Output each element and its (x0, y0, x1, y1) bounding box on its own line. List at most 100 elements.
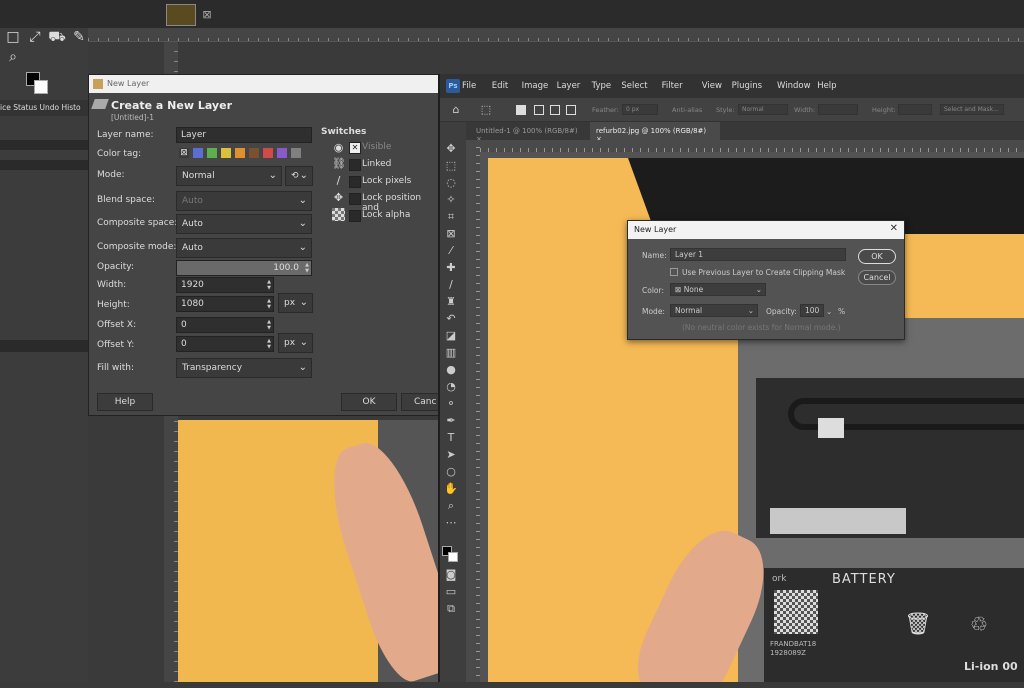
frame-tool-icon[interactable]: ⊠ (443, 227, 459, 241)
path-select-icon[interactable]: ➤ (443, 448, 459, 462)
color-tag-swatch[interactable] (235, 148, 245, 158)
magic-wand-icon[interactable]: ✧ (443, 193, 459, 207)
lock-pixels-checkbox[interactable] (349, 176, 361, 188)
ok-button[interactable]: OK (858, 249, 896, 264)
antialias-checkbox[interactable]: Anti-alias (672, 106, 702, 114)
composite-space-select[interactable]: Auto ⌄ (176, 214, 312, 234)
sponge-icon[interactable]: ⚬ (443, 397, 459, 411)
menu-help[interactable]: Help (817, 81, 836, 91)
gradient-tool-icon[interactable]: ▥ (443, 346, 459, 360)
lock-position-checkbox[interactable] (349, 193, 361, 205)
spin-arrows-icon[interactable]: ▲ ▼ (305, 262, 309, 274)
offset-x-input[interactable]: 0 ▲ ▼ (176, 317, 274, 333)
spin-arrows-icon[interactable]: ▲ ▼ (267, 338, 271, 350)
background-color-swatch[interactable] (34, 80, 48, 94)
menu-edit[interactable]: Edit (492, 81, 508, 91)
menu-file[interactable]: File (462, 81, 476, 91)
cancel-button[interactable]: Cancel (858, 270, 896, 285)
opacity-input[interactable]: 100 (800, 304, 824, 317)
tab-untitled[interactable]: Untitled-1 @ 100% (RGB/8#) × (470, 122, 590, 143)
gimp-image-tab[interactable] (166, 4, 196, 26)
gimp-dialog-titlebar[interactable]: New Layer (89, 75, 439, 93)
hand-tool-icon[interactable]: ✋ (443, 482, 459, 496)
opacity-dropdown-icon[interactable]: ⌄ (826, 307, 832, 316)
zoom-tool-icon[interactable]: ⌕ (443, 499, 459, 513)
cancel-button[interactable]: Canc (401, 393, 441, 411)
mode-select[interactable]: Normal ⌄ (670, 304, 758, 317)
close-icon[interactable]: ✕ (890, 223, 898, 234)
menu-image[interactable]: Image (522, 81, 549, 91)
height-input[interactable] (898, 104, 932, 115)
help-button[interactable]: Help (97, 393, 153, 411)
color-tag-swatch[interactable] (221, 148, 231, 158)
share-icon[interactable]: ⧉ (443, 602, 459, 616)
spin-arrows-icon[interactable]: ▲ ▼ (267, 298, 271, 310)
lasso-tool-icon[interactable]: ◌ (443, 176, 459, 190)
clipping-mask-checkbox[interactable] (670, 268, 678, 276)
screen-mode-icon[interactable]: ▭ (443, 585, 459, 599)
feather-input[interactable]: 0 px (622, 104, 658, 115)
menu-view[interactable]: View (702, 81, 722, 91)
color-tag-swatch[interactable] (291, 148, 301, 158)
layer-name-input[interactable]: Layer (176, 127, 312, 143)
fill-select[interactable]: Transparency ⌄ (176, 358, 312, 378)
color-tag-swatch[interactable] (277, 148, 287, 158)
bucket-fill-icon[interactable]: ⛟ (48, 28, 66, 46)
ok-button[interactable]: OK (341, 393, 397, 411)
crop-tool-icon[interactable]: ⌗ (443, 210, 459, 224)
spin-arrows-icon[interactable]: ▲ ▼ (267, 279, 271, 291)
quick-mask-icon[interactable]: ◙ (443, 568, 459, 582)
move-tool-icon[interactable]: ✥ (443, 142, 459, 156)
subtract-selection-icon[interactable] (550, 105, 560, 115)
color-tag-swatch[interactable] (263, 148, 273, 158)
pen-tool-icon[interactable]: ✒ (443, 414, 459, 428)
paintbrush-icon[interactable]: ✎ (70, 28, 88, 46)
rect-select-icon[interactable]: □ (4, 28, 22, 46)
eyedropper-icon[interactable]: ⁄ (443, 244, 459, 258)
style-select[interactable]: Normal (738, 104, 788, 115)
blur-tool-icon[interactable]: ● (443, 363, 459, 377)
history-brush-icon[interactable]: ↶ (443, 312, 459, 326)
menu-window[interactable]: Window (777, 81, 811, 91)
menu-plugins[interactable]: Plugins (732, 81, 762, 91)
gimp-tab-close-icon[interactable]: ⊠ (200, 8, 214, 22)
tab-refurb[interactable]: refurb02.jpg @ 100% (RGB/8#) × (590, 122, 720, 143)
menu-layer[interactable]: Layer (557, 81, 581, 91)
color-tag-swatch[interactable] (249, 148, 259, 158)
menu-filter[interactable]: Filter (662, 81, 683, 91)
dodge-tool-icon[interactable]: ◔ (443, 380, 459, 394)
mode-reset-button[interactable]: ⟲ ⌄ (285, 166, 313, 186)
lock-alpha-checkbox[interactable] (349, 210, 361, 222)
more-tools-icon[interactable]: ⋯ (443, 516, 459, 530)
ellipse-tool-icon[interactable]: ○ (443, 465, 459, 479)
brush-tool-icon[interactable]: / (443, 278, 459, 292)
color-tag-picker[interactable]: ⊠ (176, 146, 312, 161)
spin-arrows-icon[interactable]: ▲ ▼ (267, 319, 271, 331)
width-input[interactable] (818, 104, 858, 115)
color-tag-swatch[interactable] (193, 148, 203, 158)
layer-name-input[interactable]: Layer 1 (670, 248, 846, 261)
add-selection-icon[interactable] (534, 105, 544, 115)
blend-space-select[interactable]: Auto ⌄ (176, 191, 312, 211)
color-tag-swatch[interactable] (207, 148, 217, 158)
visible-checkbox[interactable]: ✕ (349, 142, 361, 154)
composite-mode-select[interactable]: Auto ⌄ (176, 238, 312, 258)
linked-checkbox[interactable] (349, 159, 361, 171)
mode-select[interactable]: Normal ⌄ (176, 166, 282, 186)
select-and-mask-button[interactable]: Select and Mask... (940, 104, 1004, 115)
clone-stamp-icon[interactable]: ♜ (443, 295, 459, 309)
offset-unit-select[interactable]: px ⌄ (278, 333, 313, 353)
type-tool-icon[interactable]: T (443, 431, 459, 445)
color-select[interactable]: ⊠ None ⌄ (670, 283, 766, 296)
menu-select[interactable]: Select (621, 81, 647, 91)
marquee-tool-icon[interactable]: ⬚ (443, 159, 459, 173)
background-color-swatch[interactable] (448, 552, 458, 562)
opacity-slider[interactable]: 100.0 ▲ ▼ (176, 260, 312, 276)
zoom-icon[interactable]: ⌕ (4, 48, 22, 66)
ps-dialog-titlebar[interactable]: New Layer (628, 221, 904, 239)
gimp-dock-tabs[interactable]: ice Status Undo Histo (0, 100, 88, 116)
intersect-selection-icon[interactable] (566, 105, 576, 115)
none-tag-icon[interactable]: ⊠ (179, 148, 189, 158)
width-input[interactable]: 1920 ▲ ▼ (176, 277, 274, 293)
healing-brush-icon[interactable]: ✚ (443, 261, 459, 275)
